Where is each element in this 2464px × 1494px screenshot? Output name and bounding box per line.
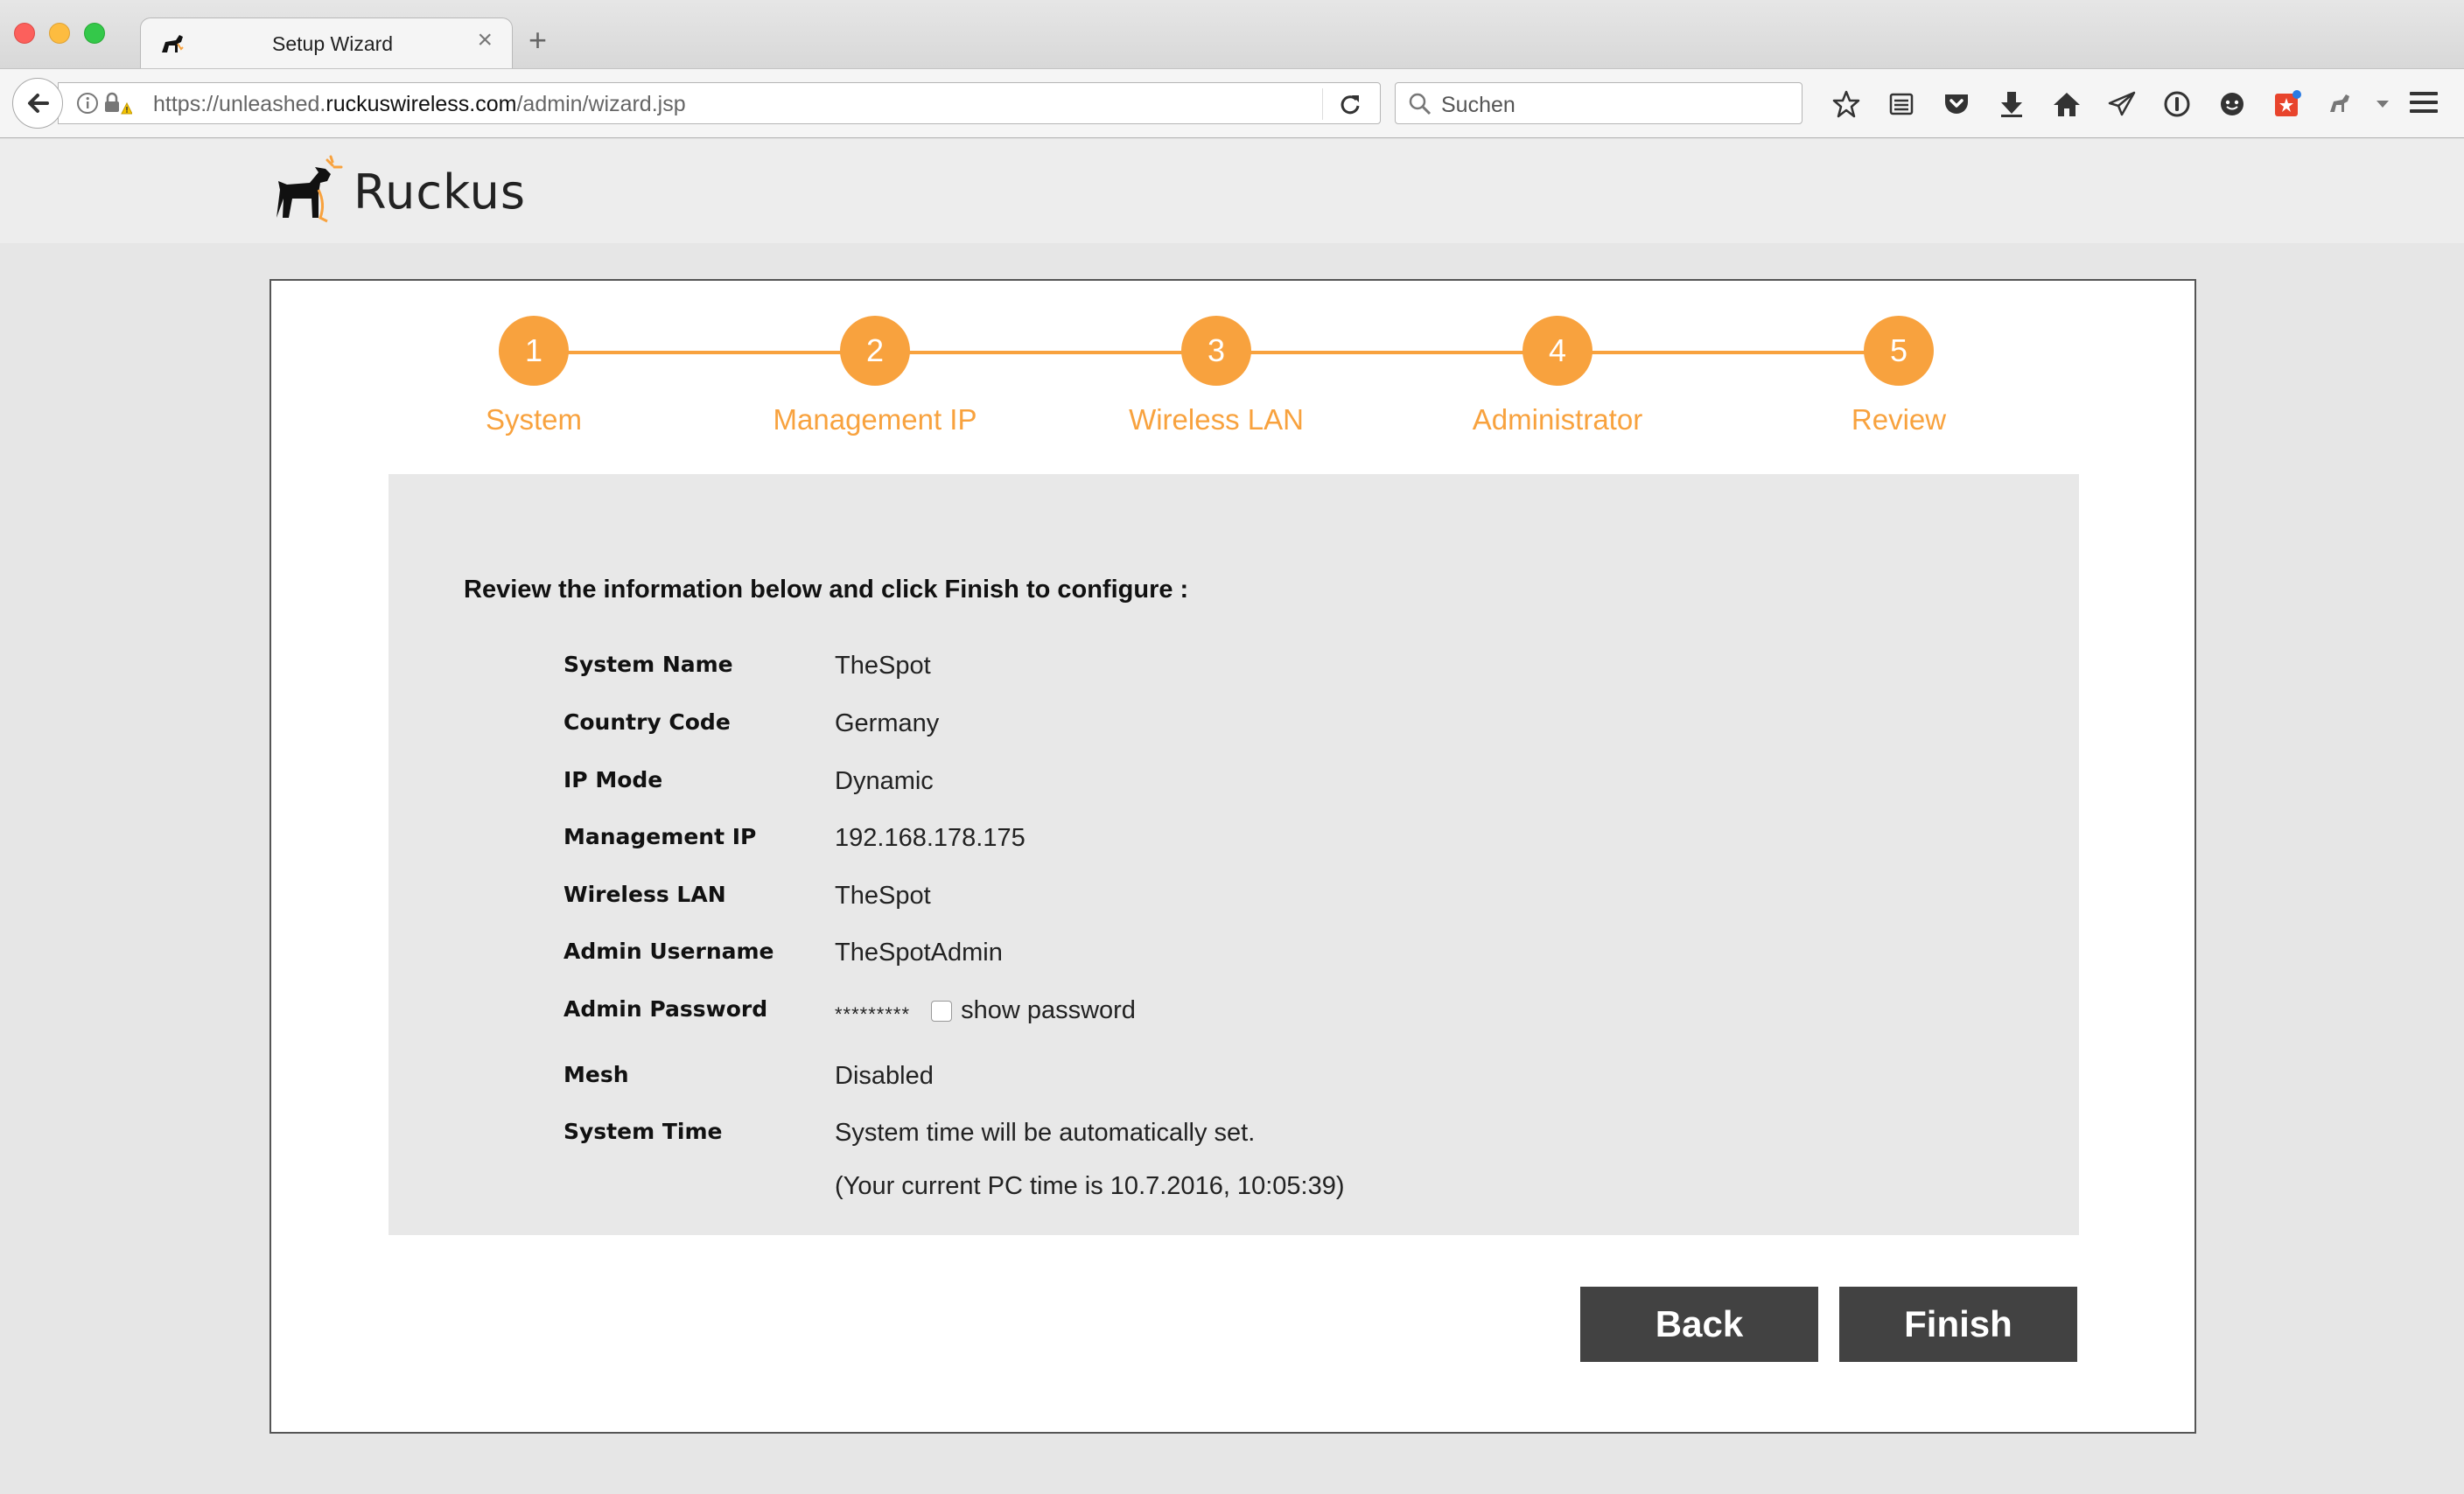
step-number: 5 <box>1864 316 1934 386</box>
info-icon[interactable] <box>76 92 99 115</box>
toolbar-icons <box>1818 87 2396 122</box>
navigation-toolbar: https://unleashed.ruckuswireless.com/adm… <box>0 68 2464 138</box>
row-label: IP Mode <box>564 767 663 792</box>
url-domain: ruckuswireless.com <box>326 92 517 116</box>
back-navigation-button[interactable] <box>12 78 63 129</box>
step-system[interactable]: 1 System <box>411 316 656 436</box>
ruckus-logo: Ruckus <box>271 155 526 227</box>
pocket-icon[interactable] <box>1928 87 1984 122</box>
brand-name: Ruckus <box>354 164 526 220</box>
row-label: Country Code <box>564 709 731 735</box>
minimize-window-button[interactable] <box>49 23 70 44</box>
url-path: /admin/wizard.jsp <box>516 92 686 116</box>
show-password-checkbox[interactable] <box>931 1000 953 1022</box>
search-icon <box>1409 93 1432 115</box>
insecure-lock-icon[interactable] <box>102 91 132 115</box>
step-label: Wireless LAN <box>1129 403 1304 436</box>
back-arrow-icon <box>28 94 49 113</box>
page-header: Ruckus <box>0 139 2464 243</box>
ruckus-dog-logo-icon <box>276 155 343 223</box>
tab-close-icon[interactable]: × <box>477 27 493 53</box>
password-value: ********* show password <box>835 996 1136 1025</box>
row-label: Management IP <box>564 824 757 849</box>
setup-wizard-panel: 1 System 2 Management IP 3 Wireless LAN … <box>270 279 2196 1434</box>
url-prefix: https://unleashed. <box>153 92 326 116</box>
step-number: 2 <box>840 316 910 386</box>
show-password-label[interactable]: show password <box>961 996 1136 1025</box>
row-label: System Name <box>564 652 733 677</box>
zoom-window-button[interactable] <box>84 23 105 44</box>
step-number: 4 <box>1522 316 1592 386</box>
url-separator <box>1322 88 1323 120</box>
search-input[interactable]: Suchen <box>1395 82 1802 124</box>
password-mask: ********* <box>835 1002 911 1025</box>
url-text: https://unleashed.ruckuswireless.com/adm… <box>153 92 686 117</box>
step-management-ip[interactable]: 2 Management IP <box>752 316 998 436</box>
home-icon[interactable] <box>2039 87 2094 122</box>
step-label: Administrator <box>1472 403 1643 436</box>
finish-button[interactable]: Finish <box>1839 1287 2077 1362</box>
row-value: Dynamic <box>835 767 934 795</box>
tab-setup-wizard[interactable]: Setup Wizard × <box>140 17 513 68</box>
reading-list-icon[interactable] <box>1873 87 1928 122</box>
row-label: System Time <box>564 1119 723 1144</box>
new-tab-button[interactable]: + <box>528 24 547 56</box>
send-icon[interactable] <box>2094 87 2149 122</box>
chat-icon[interactable] <box>2204 87 2259 122</box>
overflow-chevron-icon[interactable] <box>2370 87 2396 122</box>
reload-icon[interactable] <box>1336 90 1364 118</box>
ruckus-dog-favicon-icon <box>162 35 184 52</box>
hamburger-menu-icon[interactable] <box>2408 88 2440 116</box>
row-value: TheSpot <box>835 882 931 910</box>
window-titlebar: Setup Wizard × + <box>0 0 2464 68</box>
row-value: Disabled <box>835 1062 934 1090</box>
back-button[interactable]: Back <box>1580 1287 1818 1362</box>
pc-time-note: (Your current PC time is 10.7.2016, 10:0… <box>835 1172 1345 1200</box>
row-value: TheSpotAdmin <box>835 939 1003 967</box>
search-placeholder: Suchen <box>1441 93 1516 117</box>
step-label: Management IP <box>773 403 977 436</box>
row-value: TheSpot <box>835 652 931 680</box>
step-label: System <box>485 403 583 436</box>
step-wireless-lan[interactable]: 3 Wireless LAN <box>1094 316 1339 436</box>
url-bar[interactable]: https://unleashed.ruckuswireless.com/adm… <box>58 82 1381 124</box>
row-value: Germany <box>835 709 940 737</box>
review-summary: Review the information below and click F… <box>388 474 2079 1235</box>
extension-icon[interactable] <box>2314 87 2370 122</box>
close-window-button[interactable] <box>14 23 35 44</box>
row-value: 192.168.178.175 <box>835 824 1026 852</box>
tab-title: Setup Wizard <box>272 32 394 55</box>
bookmark-star-icon[interactable] <box>1818 87 1873 122</box>
step-number: 3 <box>1181 316 1251 386</box>
row-value: System time will be automatically set. <box>835 1119 1256 1147</box>
row-label: Mesh <box>564 1062 629 1087</box>
step-review[interactable]: 5 Review <box>1776 316 2021 436</box>
onepassword-icon[interactable] <box>2149 87 2204 122</box>
download-icon[interactable] <box>1984 87 2039 122</box>
step-label: Review <box>1851 403 1947 436</box>
row-label: Wireless LAN <box>564 882 726 907</box>
review-intro: Review the information below and click F… <box>464 576 1189 604</box>
extension-badge-icon[interactable] <box>2259 87 2314 122</box>
step-administrator[interactable]: 4 Administrator <box>1435 316 1680 436</box>
step-number: 1 <box>499 316 569 386</box>
row-label: Admin Username <box>564 939 774 964</box>
row-label: Admin Password <box>564 996 768 1022</box>
